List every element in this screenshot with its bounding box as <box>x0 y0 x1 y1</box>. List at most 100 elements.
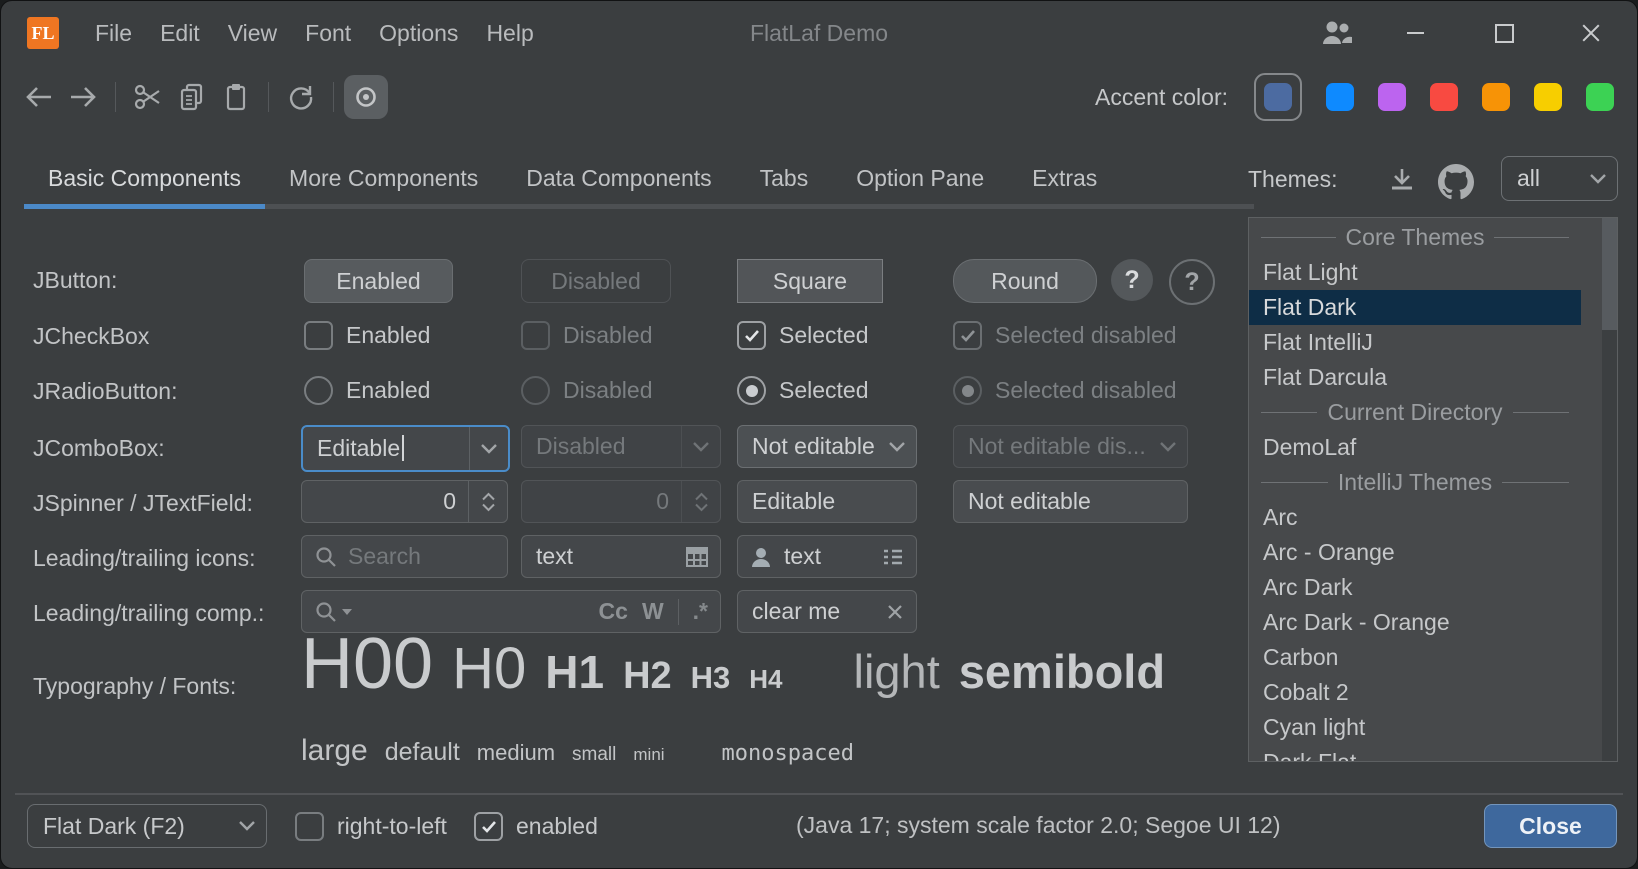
theme-item-flat-light[interactable]: Flat Light <box>1249 255 1581 290</box>
spinner-value[interactable]: 0 <box>302 488 468 515</box>
tab-extras[interactable]: Extras <box>1008 152 1121 209</box>
refresh-button[interactable] <box>279 75 323 119</box>
copy-icon <box>177 82 207 112</box>
maximize-button[interactable] <box>1482 1 1526 65</box>
typography-row-label: Typography / Fonts: <box>33 673 236 700</box>
theme-item-demolaf[interactable]: DemoLaf <box>1249 430 1581 465</box>
textfield-editable[interactable]: Editable <box>737 480 917 523</box>
accent-swatch-green[interactable] <box>1586 83 1614 111</box>
jbutton-help-filled[interactable]: ? <box>1111 259 1153 301</box>
checkbox-selected[interactable]: Selected <box>737 321 869 350</box>
large-sample: large <box>301 734 368 768</box>
theme-item-flat-darcula[interactable]: Flat Darcula <box>1249 360 1581 395</box>
spinner-arrows-icon[interactable] <box>481 492 496 512</box>
table-icon[interactable] <box>684 544 710 570</box>
whole-word-button[interactable]: W <box>642 598 664 625</box>
regex-button[interactable]: .* <box>693 598 708 625</box>
jbutton-square[interactable]: Square <box>737 259 883 303</box>
menu-help[interactable]: Help <box>472 1 547 65</box>
tab-data-components[interactable]: Data Components <box>502 152 735 209</box>
tab-tabs[interactable]: Tabs <box>736 152 833 209</box>
tab-basic-components[interactable]: Basic Components <box>24 152 265 209</box>
close-window-button[interactable] <box>1569 1 1613 65</box>
accent-swatch-selected[interactable] <box>1254 73 1302 121</box>
menu-edit[interactable]: Edit <box>146 1 214 65</box>
textfield-value: Not editable <box>954 488 1091 515</box>
theme-list-scrollbar[interactable] <box>1602 218 1617 761</box>
leading-trailing-icons-label: Leading/trailing icons: <box>33 545 255 572</box>
github-link-button[interactable] <box>1438 164 1474 200</box>
search-field[interactable]: Search <box>301 535 508 578</box>
scrollbar-thumb[interactable] <box>1602 218 1617 330</box>
combobox-not-editable[interactable]: Not editable <box>737 425 917 468</box>
theme-item-arc-dark-orange[interactable]: Arc Dark - Orange <box>1249 605 1581 640</box>
accent-color-picker: Accent color: <box>1095 65 1614 129</box>
right-to-left-checkbox[interactable]: right-to-left <box>295 812 447 841</box>
clear-x-icon[interactable] <box>886 603 904 621</box>
theme-item-cyan-light[interactable]: Cyan light <box>1249 710 1581 745</box>
accent-swatch-blue[interactable] <box>1326 83 1354 111</box>
jbutton-help-outline[interactable]: ? <box>1169 259 1215 305</box>
jcheckbox-row-label: JCheckBox <box>33 323 149 350</box>
theme-item-arc-orange[interactable]: Arc - Orange <box>1249 535 1581 570</box>
theme-item-cobalt-2[interactable]: Cobalt 2 <box>1249 675 1581 710</box>
theme-item-arc[interactable]: Arc <box>1249 500 1581 535</box>
tab-option-pane[interactable]: Option Pane <box>832 152 1008 209</box>
theme-item-carbon[interactable]: Carbon <box>1249 640 1581 675</box>
jbutton-round[interactable]: Round <box>953 259 1097 303</box>
menu-file[interactable]: File <box>81 1 146 65</box>
github-icon <box>1438 164 1474 200</box>
minimize-button[interactable] <box>1393 1 1437 65</box>
tab-more-components[interactable]: More Components <box>265 152 502 209</box>
search-icon <box>314 545 338 569</box>
combobox-editable[interactable]: Editable <box>301 425 510 472</box>
users-button[interactable] <box>1313 1 1361 65</box>
theme-list: Core Themes Flat Light Flat Dark Flat In… <box>1248 217 1618 762</box>
paste-button[interactable] <box>214 75 258 119</box>
theme-item-arc-dark[interactable]: Arc Dark <box>1249 570 1581 605</box>
match-case-button[interactable]: Cc <box>599 598 628 625</box>
back-button[interactable] <box>17 75 61 119</box>
menu-options[interactable]: Options <box>365 1 472 65</box>
checkbox-selected-disabled: Selected disabled <box>953 321 1177 350</box>
chevron-down-icon <box>888 441 906 453</box>
show-hidden-toggle-button[interactable] <box>344 75 388 119</box>
theme-item-dark-flat[interactable]: Dark Flat <box>1249 745 1581 762</box>
menu-view[interactable]: View <box>214 1 291 65</box>
radio-selected[interactable]: Selected <box>737 376 869 405</box>
forward-button[interactable] <box>61 75 105 119</box>
search-icon[interactable] <box>314 600 338 624</box>
close-button[interactable]: Close <box>1484 804 1617 848</box>
text-field-leading-user[interactable]: text <box>737 535 917 578</box>
forward-arrow-icon <box>67 83 99 111</box>
theme-item-flat-intellij[interactable]: Flat IntelliJ <box>1249 325 1581 360</box>
text-caret <box>402 435 404 461</box>
download-theme-button[interactable] <box>1386 164 1418 196</box>
search-options-arrow-icon[interactable] <box>342 609 352 615</box>
radio-enabled[interactable]: Enabled <box>304 376 430 405</box>
menu-font[interactable]: Font <box>291 1 365 65</box>
small-sample: small <box>572 744 616 766</box>
laf-combobox[interactable]: Flat Dark (F2) <box>27 804 267 848</box>
radio-label: Selected disabled <box>995 377 1177 404</box>
enabled-checkbox[interactable]: enabled <box>474 812 598 841</box>
accent-swatch-purple[interactable] <box>1378 83 1406 111</box>
theme-filter-combobox[interactable]: all <box>1501 156 1618 201</box>
theme-item-flat-dark[interactable]: Flat Dark <box>1249 290 1581 325</box>
cut-button[interactable] <box>126 75 170 119</box>
accent-swatch-orange[interactable] <box>1482 83 1510 111</box>
radio-label: Enabled <box>346 377 430 404</box>
list-icon[interactable] <box>880 544 906 570</box>
accent-swatch-red[interactable] <box>1430 83 1458 111</box>
jbutton-enabled[interactable]: Enabled <box>304 259 453 303</box>
checkbox-box <box>953 321 982 350</box>
radio-label: Disabled <box>563 377 653 404</box>
chevron-down-icon <box>480 443 498 455</box>
spinner-enabled[interactable]: 0 <box>301 480 508 523</box>
copy-button[interactable] <box>170 75 214 119</box>
accent-swatch-yellow[interactable] <box>1534 83 1562 111</box>
combobox-value: Not editable <box>738 433 875 460</box>
checkbox-disabled: Disabled <box>521 321 653 350</box>
text-field-trailing-table[interactable]: text <box>521 535 721 578</box>
checkbox-enabled[interactable]: Enabled <box>304 321 430 350</box>
